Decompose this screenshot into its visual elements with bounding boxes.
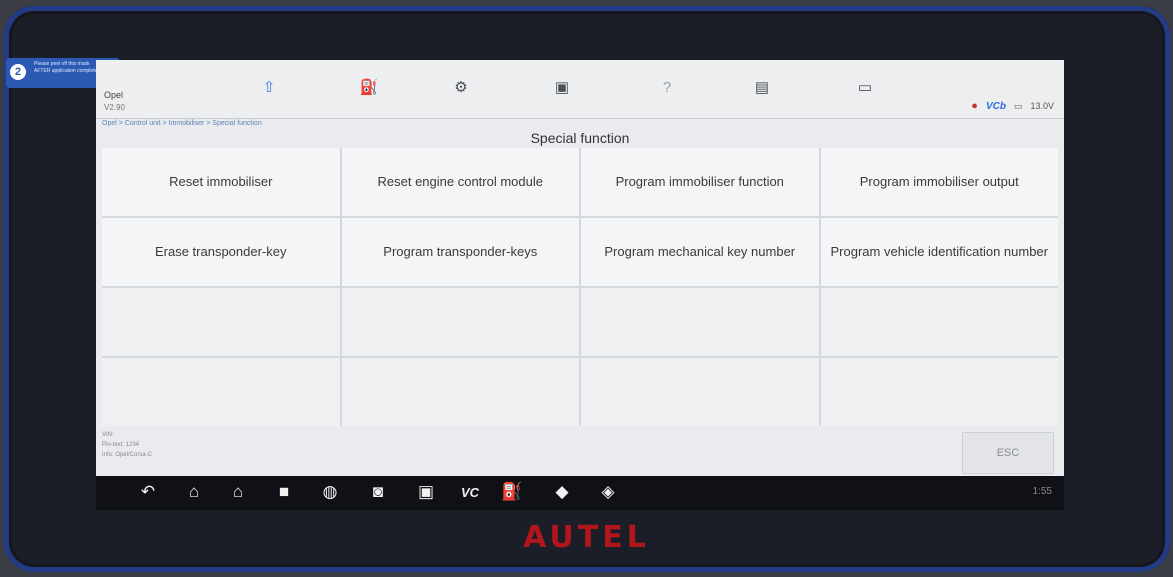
empty-cell xyxy=(581,358,819,426)
autel-logo: AUTEL xyxy=(523,520,650,555)
empty-cell xyxy=(581,288,819,356)
back-icon[interactable]: ↶ xyxy=(136,482,160,502)
function-program-transponder-keys[interactable]: Program transponder-keys xyxy=(341,218,579,286)
vin-label: VIN: xyxy=(102,432,114,438)
function-grid: Reset immobiliser Reset engine control m… xyxy=(102,148,1058,426)
empty-cell xyxy=(820,358,1058,426)
car-remote-icon[interactable]: ◈ xyxy=(596,482,620,502)
function-erase-transponder-key[interactable]: Erase transponder-key xyxy=(102,218,340,286)
sticker-number: 2 xyxy=(10,64,26,80)
chat-icon[interactable]: ▭ xyxy=(854,78,876,96)
function-program-mechanical-key-number[interactable]: Program mechanical key number xyxy=(581,218,819,286)
function-reset-immobiliser[interactable]: Reset immobiliser xyxy=(102,148,340,216)
page-title: Special function xyxy=(530,130,630,146)
clock: 1:55 xyxy=(1032,486,1052,497)
info-footer: VIN: Pin-text: 1234 Info: Opel/Corsa-C E… xyxy=(96,426,1064,476)
battery-icon: ▭ xyxy=(1013,100,1023,111)
android-nav-bar: ↶ ⌂ ⌂ ■ ◍ ◙ ▣ VC ⛽ ◆ ◈ 1:55 xyxy=(96,476,1064,510)
tablet-screen: Opel V2.90 ⇧ ⛽ ⚙ ▣ ? ▤ ▭ ● VCb ▭ 13.0V O… xyxy=(96,60,1064,476)
settings-gear-icon[interactable]: ⚙ xyxy=(450,78,472,96)
top-toolbar: Opel V2.90 ⇧ ⛽ ⚙ ▣ ? ▤ ▭ ● VCb ▭ 13.0V xyxy=(96,60,1064,119)
function-reset-engine-control-module[interactable]: Reset engine control module xyxy=(341,148,579,216)
screen-record-icon[interactable]: ▣ xyxy=(414,482,438,502)
network-icon: ● xyxy=(971,100,978,112)
status-area: ● VCb ▭ 13.0V xyxy=(971,100,1054,112)
empty-cell xyxy=(102,358,340,426)
empty-cell xyxy=(102,288,340,356)
vc-status: VCb xyxy=(985,100,1006,112)
empty-cell xyxy=(341,358,579,426)
recent-apps-icon[interactable]: ■ xyxy=(272,482,296,502)
printer-icon[interactable]: ▣ xyxy=(551,78,573,96)
empty-cell xyxy=(820,288,1058,356)
home-icon[interactable]: ⌂ xyxy=(182,482,206,502)
breadcrumb[interactable]: Opel > Control unit > Immobiliser > Spec… xyxy=(102,120,262,127)
battery-voltage: 13.0V xyxy=(1030,101,1054,111)
pin-label: Pin-text: 1234 xyxy=(102,442,140,448)
camera-icon[interactable]: ◙ xyxy=(366,482,390,502)
vehicle-lift-icon[interactable]: ⛽ xyxy=(358,78,380,96)
app-version: V2.90 xyxy=(104,103,125,112)
fuel-icon[interactable]: ⛽ xyxy=(500,482,524,502)
car-garage-icon[interactable]: ⌂ xyxy=(226,482,250,502)
function-program-vin[interactable]: Program vehicle identification number xyxy=(820,218,1058,286)
app-name: Opel xyxy=(104,90,124,100)
car-home-icon[interactable]: ⇧ xyxy=(258,78,280,96)
esc-button[interactable]: ESC xyxy=(962,432,1054,474)
vci-icon[interactable]: VC xyxy=(458,482,482,502)
car-service-icon[interactable]: ◆ xyxy=(550,482,574,502)
function-program-immobiliser-function[interactable]: Program immobiliser function xyxy=(581,148,819,216)
save-icon[interactable]: ▤ xyxy=(751,78,773,96)
empty-cell xyxy=(341,288,579,356)
help-icon[interactable]: ? xyxy=(656,78,678,96)
browser-icon[interactable]: ◍ xyxy=(318,482,342,502)
function-program-immobiliser-output[interactable]: Program immobiliser output xyxy=(820,148,1058,216)
info-label: Info: Opel/Corsa-C xyxy=(102,452,153,458)
